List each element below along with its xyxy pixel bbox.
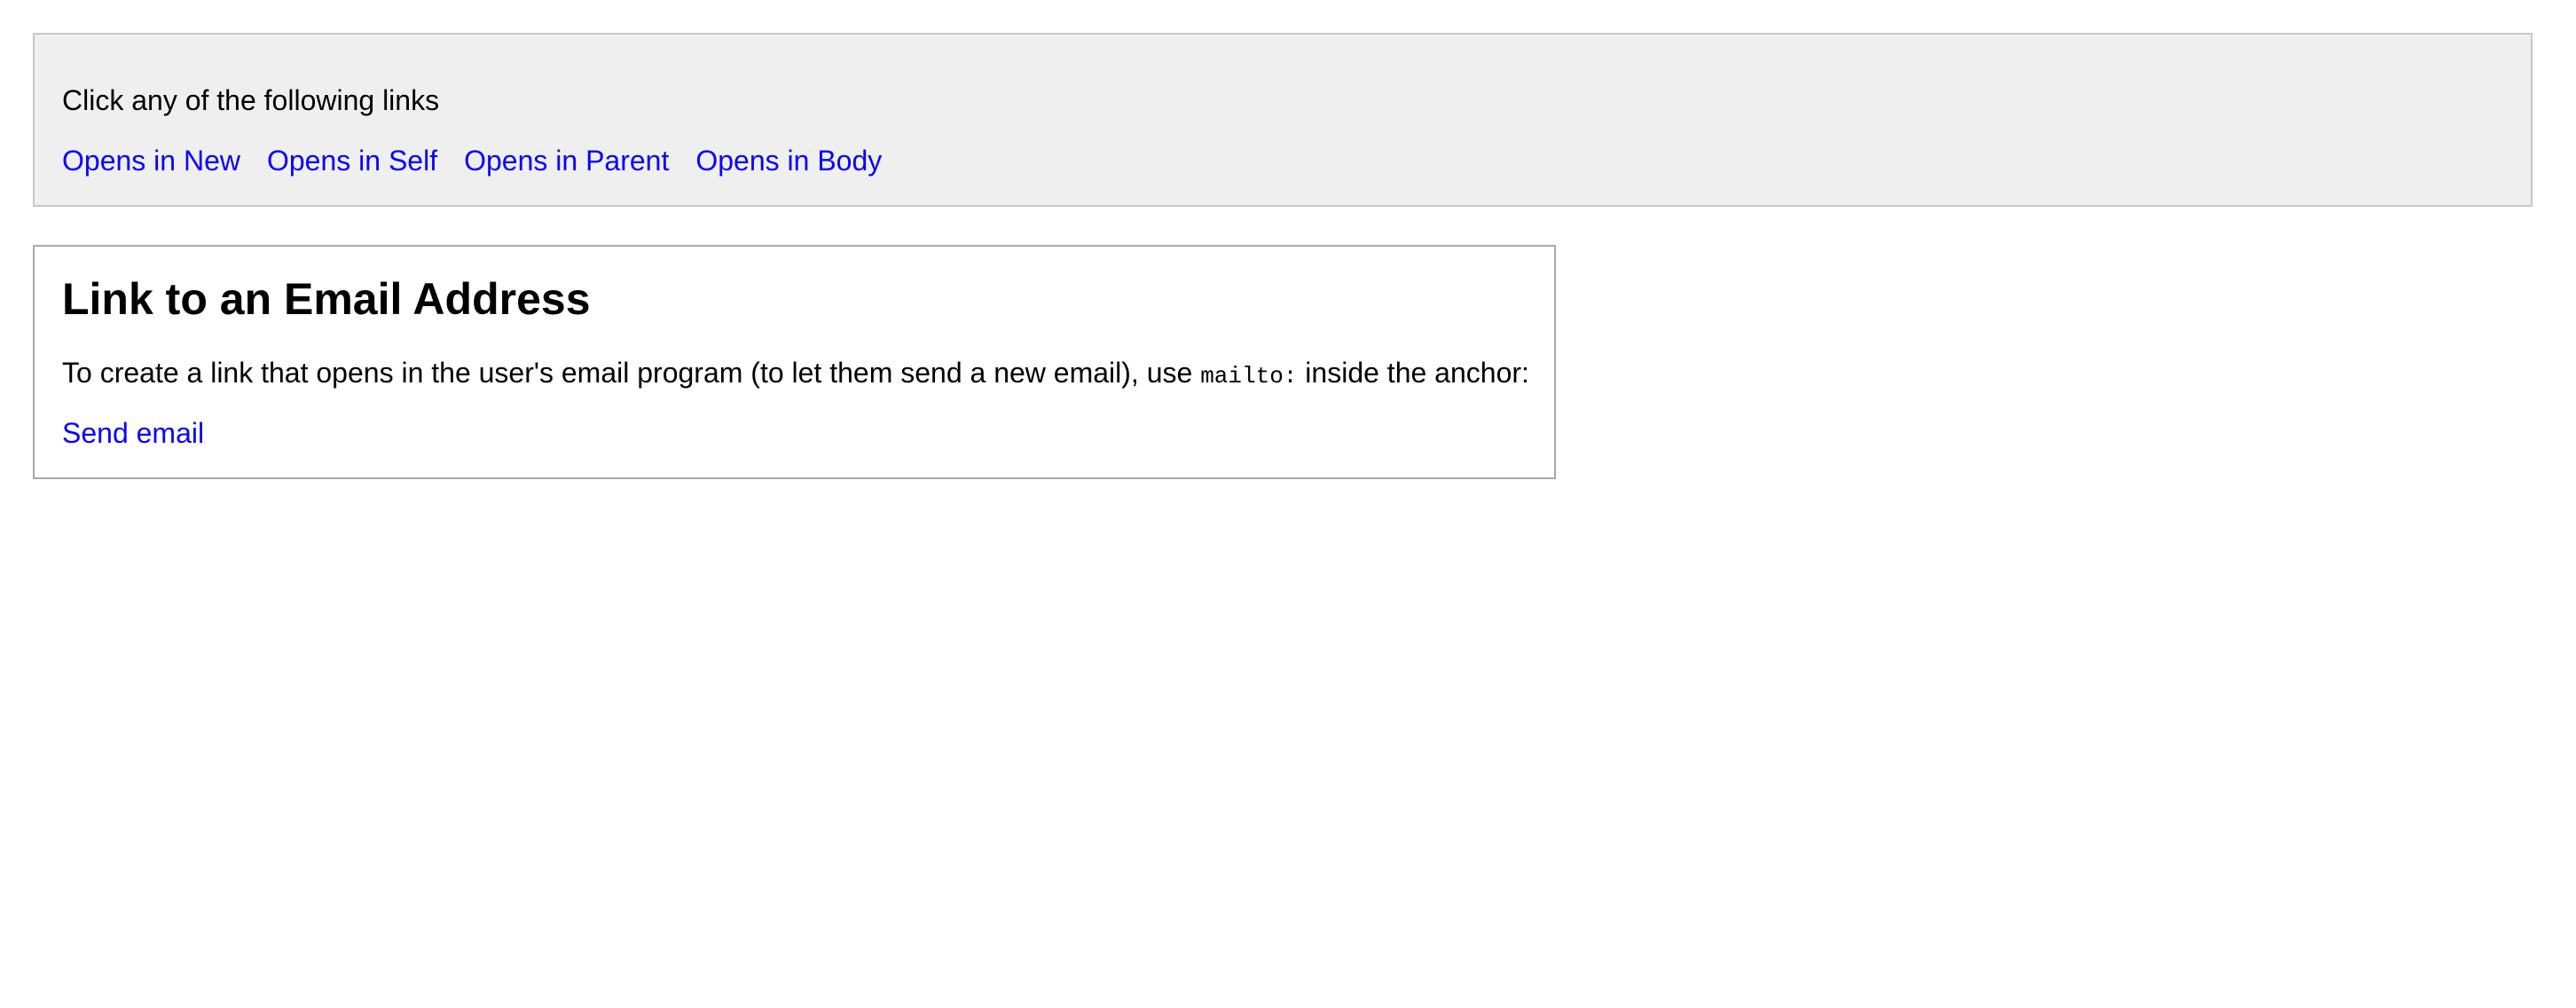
opens-in-body-link[interactable]: Opens in Body	[695, 146, 882, 175]
description-text-before: To create a link that opens in the user'…	[62, 357, 1201, 389]
mailto-code: mailto:	[1200, 363, 1298, 390]
links-row: Opens in New Opens in Self Opens in Pare…	[62, 146, 882, 175]
links-panel: Click any of the following links Opens i…	[33, 33, 2533, 207]
opens-in-self-link[interactable]: Opens in Self	[267, 146, 437, 175]
opens-in-parent-link[interactable]: Opens in Parent	[464, 146, 669, 175]
description-text-after: inside the anchor:	[1297, 357, 1529, 389]
links-intro-text: Click any of the following links	[62, 84, 440, 116]
section-heading: Link to an Email Address	[62, 274, 591, 324]
section-description: To create a link that opens in the user'…	[62, 358, 1529, 388]
email-link-section: Link to an Email Address To create a lin…	[33, 245, 1556, 479]
send-email-link[interactable]: Send email	[62, 419, 204, 447]
opens-in-new-link[interactable]: Opens in New	[62, 146, 240, 175]
